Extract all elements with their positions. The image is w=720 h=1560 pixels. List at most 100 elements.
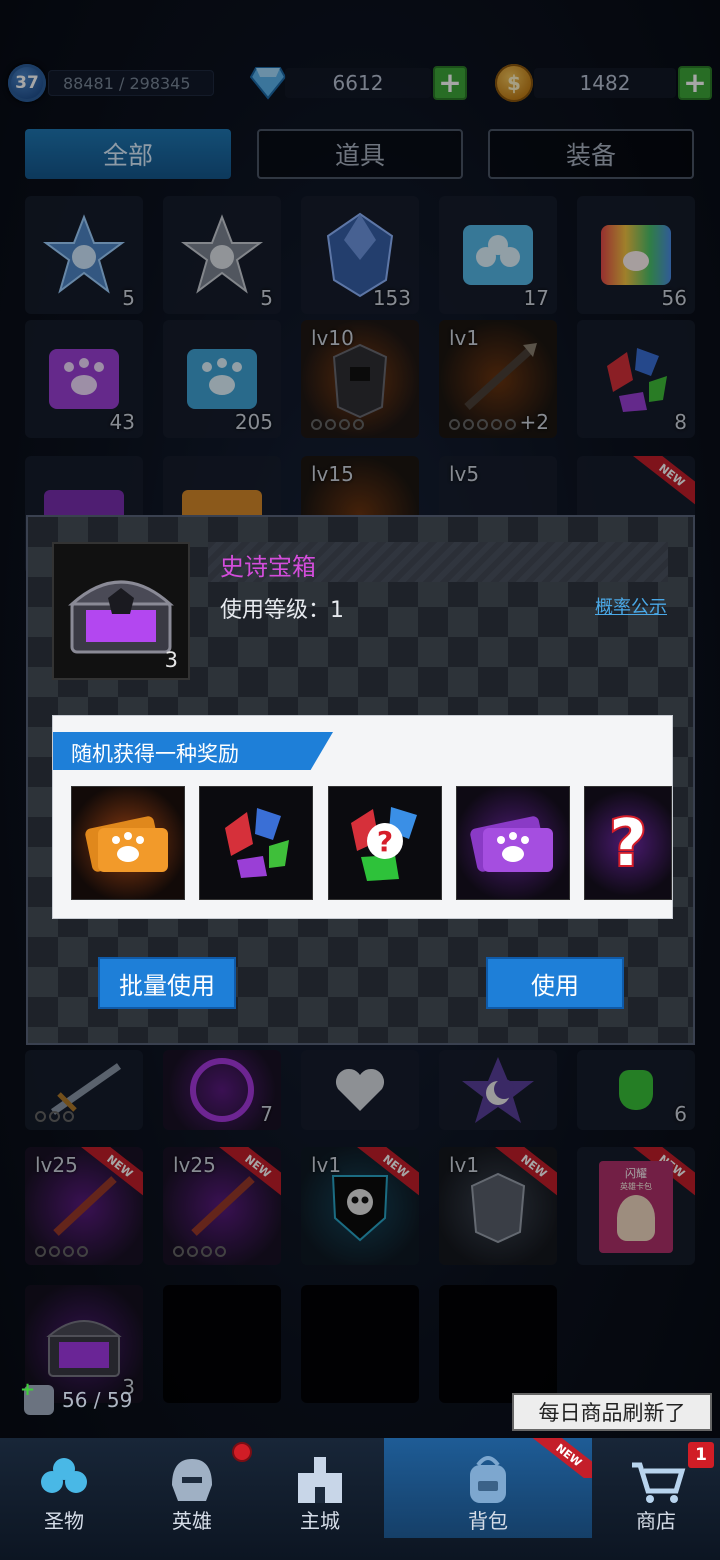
hero-card-pack-icon: 闪耀 英雄卡包 xyxy=(599,1161,673,1253)
inventory-slot[interactable]: NEW lv1 xyxy=(439,1147,557,1265)
nav-main-city[interactable]: 主城 xyxy=(256,1438,384,1538)
nav-label: 英雄 xyxy=(172,1509,212,1533)
blue-puzzle-paw-icon xyxy=(187,349,257,409)
question-mark-icon: ? xyxy=(607,805,648,883)
player-level-badge: 37 xyxy=(8,64,46,102)
nav-shop[interactable]: 商店 1 xyxy=(592,1438,720,1538)
shopping-cart-icon xyxy=(632,1462,686,1503)
batch-use-button[interactable]: 批量使用 xyxy=(98,957,236,1009)
bag-capacity-text: 56 / 59 xyxy=(62,1388,133,1412)
green-potion-icon xyxy=(619,1070,653,1110)
inventory-slot[interactable]: 153 xyxy=(301,196,419,314)
reward-panel: 随机获得一种奖励 ? ? xyxy=(52,715,673,919)
use-button[interactable]: 使用 xyxy=(486,957,624,1009)
inventory-slot[interactable]: NEW 闪耀 英雄卡包 xyxy=(577,1147,695,1265)
grey-armor-icon xyxy=(470,1172,526,1244)
star-slots xyxy=(35,1246,88,1257)
add-diamonds-button[interactable]: + xyxy=(433,66,467,100)
nav-label: 背包 xyxy=(468,1509,508,1533)
item-count: 3 xyxy=(164,648,178,672)
empty-slot[interactable] xyxy=(163,1285,281,1403)
empty-slot[interactable] xyxy=(301,1285,419,1403)
inventory-slot[interactable]: 205 xyxy=(163,320,281,438)
item-name: 史诗宝箱 xyxy=(220,553,316,581)
experience-bar: 88481 / 298345 xyxy=(48,70,214,96)
nav-heroes[interactable]: 英雄 xyxy=(128,1438,256,1538)
item-count: 17 xyxy=(523,286,549,310)
reward-item[interactable] xyxy=(199,786,313,900)
inventory-slot[interactable]: NEW lv25 xyxy=(163,1147,281,1265)
rainbow-puzzle-paw-icon xyxy=(601,225,671,285)
empty-slot[interactable] xyxy=(439,1285,557,1403)
bottom-navigation: 圣物 英雄 主城 背包 NEW 商店 1 xyxy=(0,1438,720,1560)
item-level: lv1 xyxy=(449,326,480,350)
tab-equipment[interactable]: 装备 xyxy=(488,129,694,179)
add-coins-button[interactable]: + xyxy=(678,66,712,100)
item-level: lv5 xyxy=(449,462,480,486)
bag-capacity: 56 / 59 xyxy=(20,1379,133,1418)
inventory-slot[interactable] xyxy=(439,1050,557,1130)
spear-weapon-icon xyxy=(464,343,537,410)
inventory-slot[interactable]: 17 xyxy=(439,196,557,314)
shop-badge: 1 xyxy=(688,1442,714,1468)
inventory-slot[interactable] xyxy=(25,1050,143,1130)
item-count: 5 xyxy=(122,286,135,310)
reward-item[interactable]: ? xyxy=(328,786,442,900)
expand-bag-icon[interactable] xyxy=(20,1379,54,1415)
inventory-slot[interactable]: 43 xyxy=(25,320,143,438)
nav-label: 圣物 xyxy=(44,1509,84,1533)
item-count: 8 xyxy=(674,410,687,434)
inventory-slot[interactable]: lv1 +2 xyxy=(439,320,557,438)
star-slots xyxy=(173,1246,226,1257)
nav-backpack[interactable]: 背包 NEW xyxy=(384,1438,592,1538)
reward-item[interactable] xyxy=(71,786,185,900)
reward-item[interactable]: ? xyxy=(584,786,672,900)
inventory-slot[interactable]: 8 xyxy=(577,320,695,438)
gem-cluster-icon xyxy=(607,348,667,412)
blue-star-shard-icon xyxy=(42,214,126,294)
inventory-slot[interactable]: NEW lv1 xyxy=(301,1147,419,1265)
probability-link[interactable]: 概率公示 xyxy=(595,593,667,619)
coin-icon: $ xyxy=(495,64,533,102)
inventory-slot[interactable]: NEW lv25 xyxy=(25,1147,143,1265)
item-plus-level: +2 xyxy=(519,410,549,434)
moon-star-icon xyxy=(462,1057,534,1123)
reward-item[interactable] xyxy=(456,786,570,900)
new-ribbon: NEW xyxy=(630,456,695,510)
purple-vortex-icon xyxy=(190,1058,254,1122)
svg-text:?: ? xyxy=(609,807,646,881)
hero-portrait xyxy=(617,1195,655,1241)
castle-icon xyxy=(298,1457,342,1503)
orange-ticket-icon xyxy=(85,816,168,872)
inventory-slot[interactable] xyxy=(301,1050,419,1130)
heart-shield-icon xyxy=(335,1068,385,1111)
new-ribbon: NEW xyxy=(532,1438,592,1478)
notification-dot xyxy=(232,1442,252,1462)
inventory-slot[interactable]: 5 xyxy=(163,196,281,314)
inventory-slot[interactable]: 6 xyxy=(577,1050,695,1130)
coin-count: 1482 xyxy=(579,71,631,95)
item-preview: 3 xyxy=(52,542,190,680)
item-count: 56 xyxy=(661,286,687,310)
nav-relics[interactable]: 圣物 xyxy=(0,1438,128,1538)
nav-label: 主城 xyxy=(300,1509,340,1533)
grey-star-shard-icon xyxy=(180,214,264,294)
clover-icon xyxy=(41,1458,87,1493)
inventory-slot[interactable]: 5 xyxy=(25,196,143,314)
helmet-icon xyxy=(172,1459,212,1501)
backpack-icon xyxy=(470,1456,506,1503)
purple-puzzle-paw-icon xyxy=(49,349,119,409)
inventory-slot[interactable]: lv10 xyxy=(301,320,419,438)
star-slots xyxy=(449,419,516,430)
inventory-slot[interactable]: 56 xyxy=(577,196,695,314)
random-gem-icon: ? xyxy=(351,807,417,881)
blue-puzzle-clover-icon xyxy=(463,225,533,285)
daily-refresh-banner: 每日商品刷新了 xyxy=(512,1393,712,1431)
item-use-level: 使用等级：1 xyxy=(220,598,344,623)
gem-cluster-icon xyxy=(225,808,289,878)
tab-items[interactable]: 道具 xyxy=(257,129,463,179)
item-count: 7 xyxy=(260,1102,273,1126)
inventory-slot[interactable]: 7 xyxy=(163,1050,281,1130)
tab-all[interactable]: 全部 xyxy=(25,129,231,179)
item-count: 43 xyxy=(109,410,135,434)
